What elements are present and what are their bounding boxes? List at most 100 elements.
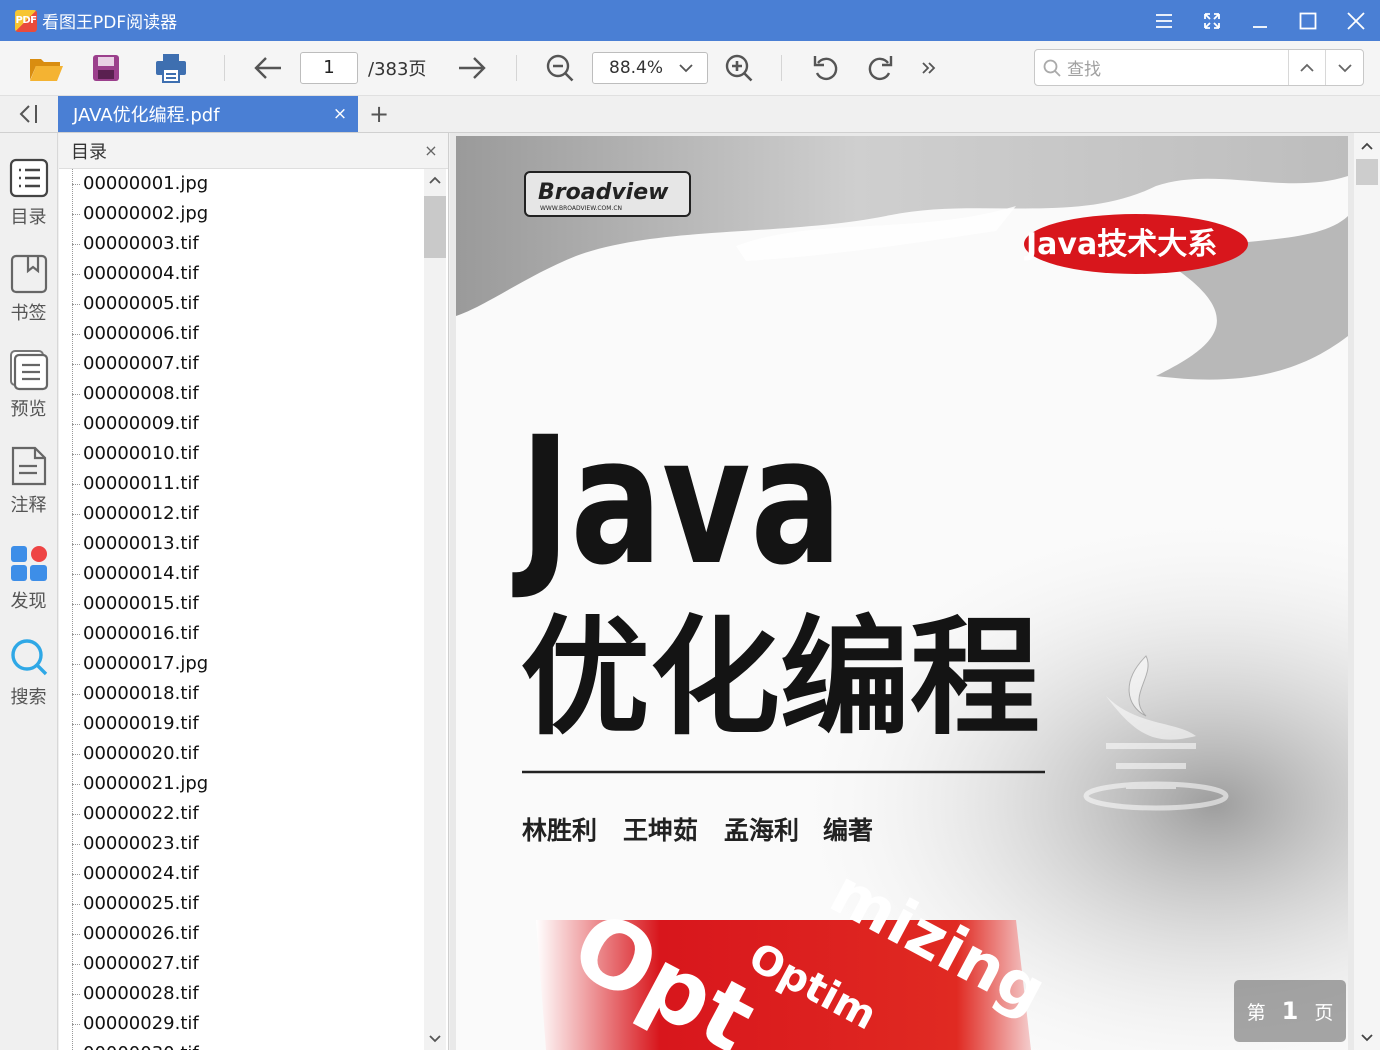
toc-item[interactable]: 00000007.tif [59, 349, 424, 379]
pdf-page[interactable]: Broadview WWW.BROADVIEW.COM.CN Java技术大系 … [456, 136, 1348, 1050]
search-icon [1043, 59, 1061, 77]
toc-item[interactable]: 00000024.tif [59, 859, 424, 889]
minimize-button[interactable] [1236, 0, 1284, 41]
find-input[interactable]: 查找 [1043, 50, 1289, 85]
toc-item[interactable]: 00000012.tif [59, 499, 424, 529]
toc-scrollbar[interactable] [424, 169, 446, 1050]
more-tools-button[interactable] [916, 51, 942, 85]
sidebar-item-label: 发现 [10, 591, 47, 612]
page-indicator-prefix: 第 [1246, 1001, 1266, 1024]
annotation-icon [11, 446, 46, 486]
sidebar-item-toc[interactable]: 目录 [0, 157, 57, 237]
toc-item[interactable]: 00000020.tif [59, 739, 424, 769]
toc-item[interactable]: 00000029.tif [59, 1009, 424, 1039]
arrow-left-icon [254, 57, 281, 79]
toc-item[interactable]: 00000004.tif [59, 259, 424, 289]
sidebar-item-search[interactable]: 搜索 [0, 637, 57, 717]
rotate-right-button[interactable] [862, 51, 898, 85]
sidebar-item-bookmarks[interactable]: 书签 [0, 253, 57, 333]
scrollbar-thumb[interactable] [424, 196, 446, 258]
previous-page-button[interactable] [250, 51, 286, 85]
zoom-in-button[interactable] [721, 51, 757, 85]
save-button[interactable] [88, 51, 124, 85]
zoom-in-icon [725, 54, 753, 82]
open-file-button[interactable] [26, 51, 66, 85]
close-icon [1347, 11, 1365, 30]
toc-item[interactable]: 00000013.tif [59, 529, 424, 559]
toc-item[interactable]: 00000018.tif [59, 679, 424, 709]
tab-close-button[interactable]: × [322, 96, 358, 132]
title-bar: PDF 看图王PDF阅读器 [0, 0, 1380, 41]
save-icon [93, 55, 119, 81]
scrollbar-thumb[interactable] [1356, 159, 1378, 185]
toc-item[interactable]: 00000028.tif [59, 979, 424, 1009]
rotate-right-icon [868, 56, 893, 81]
toc-item[interactable]: 00000005.tif [59, 289, 424, 319]
discover-icon [10, 546, 47, 581]
bookmark-icon [10, 254, 47, 294]
toc-close-button[interactable]: × [414, 134, 448, 168]
find-next-button[interactable] [1326, 50, 1363, 85]
toc-item[interactable]: 00000030.tif [59, 1039, 424, 1050]
toc-icon [9, 158, 48, 198]
toc-item[interactable]: 00000008.tif [59, 379, 424, 409]
menu-button[interactable] [1140, 0, 1188, 41]
sidebar-item-discover[interactable]: 发现 [0, 541, 57, 621]
toc-item[interactable]: 00000022.tif [59, 799, 424, 829]
toolbar-separator [224, 55, 225, 81]
find-box: 查找 [1034, 49, 1364, 86]
maximize-icon [1299, 12, 1317, 29]
close-window-button[interactable] [1332, 0, 1380, 41]
chevron-down-icon [1361, 1034, 1373, 1042]
sidebar-item-preview[interactable]: 预览 [0, 349, 57, 429]
arrow-right-icon [459, 57, 486, 79]
zoom-out-button[interactable] [542, 51, 578, 85]
page-indicator-suffix: 页 [1314, 1001, 1334, 1024]
publisher-logo: Broadview [538, 180, 669, 205]
author-1: 林胜利 [522, 816, 597, 845]
toc-item[interactable]: 00000017.jpg [59, 649, 424, 679]
toc-item[interactable]: 00000025.tif [59, 889, 424, 919]
toc-item[interactable]: 00000016.tif [59, 619, 424, 649]
toc-item[interactable]: 00000011.tif [59, 469, 424, 499]
sidebar-item-annotations[interactable]: 注释 [0, 445, 57, 525]
toc-item[interactable]: 00000019.tif [59, 709, 424, 739]
document-scrollbar[interactable] [1354, 133, 1380, 1050]
print-button[interactable] [151, 51, 191, 85]
new-tab-button[interactable]: + [366, 100, 392, 128]
toc-title: 目录 [71, 141, 107, 163]
chevron-down-icon [679, 64, 693, 73]
author-3: 孟海利 [724, 816, 799, 845]
next-page-button[interactable] [454, 51, 490, 85]
toc-item[interactable]: 00000027.tif [59, 949, 424, 979]
toc-item[interactable]: 00000001.jpg [59, 169, 424, 199]
search-icon [10, 639, 47, 676]
chevron-down-icon [1337, 63, 1352, 72]
toc-item[interactable]: 00000026.tif [59, 919, 424, 949]
collapse-sidebar-button[interactable] [0, 96, 57, 132]
rotate-left-button[interactable] [808, 51, 844, 85]
find-previous-button[interactable] [1289, 50, 1326, 85]
toc-item[interactable]: 00000015.tif [59, 589, 424, 619]
author-role: 编著 [823, 816, 873, 845]
tab-document[interactable]: JAVA优化编程.pdf × [58, 96, 358, 132]
fullscreen-button[interactable] [1188, 0, 1236, 41]
toc-header: 目录 × [59, 133, 448, 169]
left-sidebar: 目录 书签 预览 注释 发现 搜索 [0, 133, 58, 1050]
toc-item[interactable]: 00000021.jpg [59, 769, 424, 799]
zoom-out-icon [546, 54, 574, 82]
publisher-url: WWW.BROADVIEW.COM.CN [540, 205, 622, 212]
author-2: 王坤茹 [623, 816, 698, 845]
zoom-select[interactable]: 88.4% [592, 52, 708, 84]
toc-item[interactable]: 00000010.tif [59, 439, 424, 469]
page-number-input[interactable]: 1 [300, 52, 358, 84]
toc-item[interactable]: 00000003.tif [59, 229, 424, 259]
toc-item[interactable]: 00000014.tif [59, 559, 424, 589]
maximize-button[interactable] [1284, 0, 1332, 41]
thumbnail-icon [9, 350, 48, 391]
toc-item[interactable]: 00000009.tif [59, 409, 424, 439]
toc-item[interactable]: 00000023.tif [59, 829, 424, 859]
print-icon [156, 54, 186, 83]
toc-item[interactable]: 00000002.jpg [59, 199, 424, 229]
toc-item[interactable]: 00000006.tif [59, 319, 424, 349]
